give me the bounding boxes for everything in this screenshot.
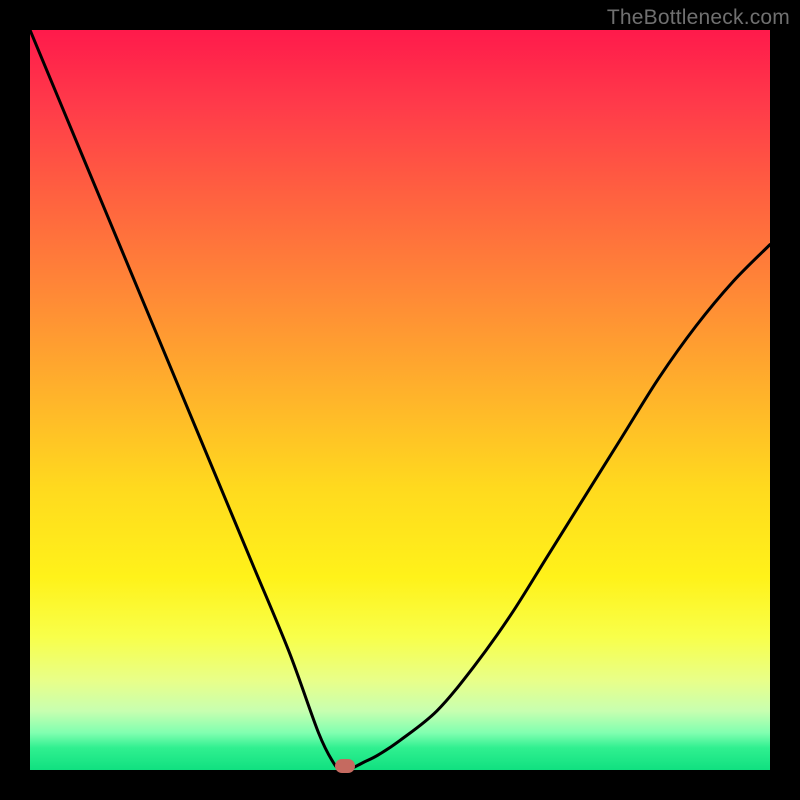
curve-svg bbox=[30, 30, 770, 770]
chart-frame: TheBottleneck.com bbox=[0, 0, 800, 800]
bottleneck-curve-path bbox=[30, 30, 770, 770]
watermark-text: TheBottleneck.com bbox=[607, 6, 790, 30]
plot-area bbox=[30, 30, 770, 770]
minimum-marker bbox=[335, 759, 355, 773]
